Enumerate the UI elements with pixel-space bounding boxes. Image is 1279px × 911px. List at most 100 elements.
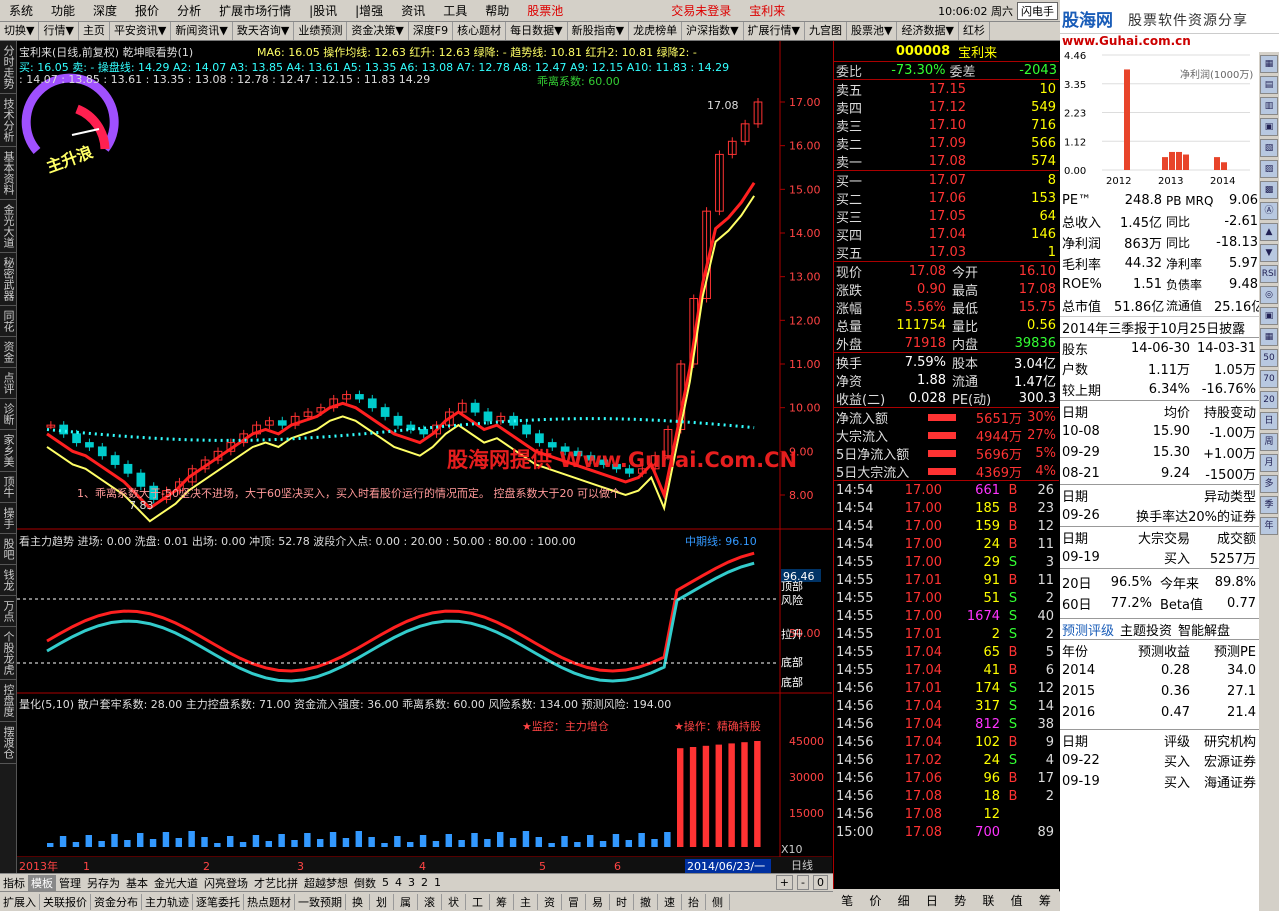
- template-tab-7[interactable]: 才艺比拼: [251, 875, 301, 891]
- menu-system[interactable]: 系统: [0, 0, 42, 22]
- side-icon-3[interactable]: ▣: [1260, 118, 1278, 136]
- tick-row[interactable]: 14:55 17.04 41 B 6: [834, 661, 1059, 679]
- left-tab-4[interactable]: 秘密武器: [0, 253, 17, 306]
- left-tab-17[interactable]: 摆渡仓: [0, 722, 17, 764]
- side-icon-2[interactable]: ▥: [1260, 97, 1278, 115]
- left-tab-2[interactable]: 基本资料: [0, 147, 17, 200]
- toolbar-tab-6[interactable]: 业绩预测: [294, 22, 348, 40]
- tick-row[interactable]: 14:56 17.04 812 S 38: [834, 715, 1059, 733]
- side-icon-4[interactable]: ▧: [1260, 139, 1278, 157]
- left-tab-9[interactable]: 家乡美: [0, 430, 17, 472]
- function-tab-3[interactable]: 主力轨迹: [142, 893, 193, 910]
- function-tab-18[interactable]: 时: [610, 893, 634, 910]
- toolbar-tab-2[interactable]: 主页: [79, 22, 110, 40]
- menu-tools[interactable]: 工具: [434, 0, 476, 22]
- toolbar-tab-3[interactable]: 平安资讯▼: [110, 22, 172, 40]
- tick-list[interactable]: 14:54 17.00 661 B 26 14:54 17.00 185 B 23 14:54 17.…: [834, 480, 1059, 841]
- quote-tab-5[interactable]: 联: [974, 892, 1002, 909]
- quote-tab-2[interactable]: 细: [890, 892, 918, 909]
- quote-tab-0[interactable]: 笔: [833, 892, 861, 909]
- left-tab-6[interactable]: 资金: [0, 337, 17, 368]
- function-tab-12[interactable]: 工: [466, 893, 490, 910]
- zoom-ctrl-1[interactable]: -: [797, 875, 809, 890]
- side-icon-15[interactable]: 70: [1260, 370, 1278, 388]
- menu-ext-market[interactable]: 扩展市场行情: [210, 0, 300, 22]
- flash-trade-button[interactable]: 闪电手: [1017, 1, 1058, 20]
- toolbar-tab-15[interactable]: 九宫图: [805, 22, 848, 40]
- left-tab-3[interactable]: 金光大道: [0, 200, 17, 253]
- toolbar-tab-11[interactable]: 新股指南▼: [568, 22, 630, 40]
- side-icon-16[interactable]: 20: [1260, 391, 1278, 409]
- menu-analysis[interactable]: 分析: [168, 0, 210, 22]
- side-icon-7[interactable]: Ⓐ: [1260, 202, 1278, 220]
- function-tab-15[interactable]: 资: [538, 893, 562, 910]
- side-icon-9[interactable]: ▼: [1260, 244, 1278, 262]
- tick-row[interactable]: 14:55 17.01 2 S 2: [834, 625, 1059, 643]
- toolbar-tab-0[interactable]: 切换▼: [0, 22, 40, 40]
- side-icon-11[interactable]: ◎: [1260, 286, 1278, 304]
- tick-row[interactable]: 14:55 17.04 65 B 5: [834, 643, 1059, 661]
- function-tab-11[interactable]: 状: [442, 893, 466, 910]
- left-tab-1[interactable]: 技术分析: [0, 94, 17, 147]
- quote-tab-6[interactable]: 值: [1003, 892, 1031, 909]
- side-icon-19[interactable]: 月: [1260, 454, 1278, 472]
- left-tab-16[interactable]: 控盘度: [0, 680, 17, 722]
- tick-row[interactable]: 14:54 17.00 185 B 23: [834, 499, 1059, 517]
- template-tab-12[interactable]: 3: [405, 876, 418, 889]
- toolbar-tab-4[interactable]: 新闻资讯▼: [171, 22, 233, 40]
- function-tab-19[interactable]: 撤: [634, 893, 658, 910]
- function-tab-6[interactable]: 一致预期: [295, 893, 346, 910]
- function-tab-8[interactable]: 划: [370, 893, 394, 910]
- menu-depth[interactable]: 深度: [84, 0, 126, 22]
- quote-tab-1[interactable]: 价: [861, 892, 889, 909]
- trade-login-status[interactable]: 交易未登录: [662, 0, 740, 22]
- left-tab-11[interactable]: 操手: [0, 503, 17, 534]
- tick-row[interactable]: 14:54 17.00 24 B 11: [834, 535, 1059, 553]
- side-icon-6[interactable]: ▩: [1260, 181, 1278, 199]
- menu-stock-pool[interactable]: 股票池: [518, 0, 572, 22]
- menu-info[interactable]: 资讯: [392, 0, 434, 22]
- tick-row[interactable]: 15:00 17.08 700 89: [834, 823, 1059, 841]
- side-icon-13[interactable]: ▦: [1260, 328, 1278, 346]
- function-tab-10[interactable]: 滚: [418, 893, 442, 910]
- function-tab-13[interactable]: 筹: [490, 893, 514, 910]
- toolbar-tab-12[interactable]: 龙虎榜单: [629, 22, 683, 40]
- toolbar-tab-5[interactable]: 致天咨询▼: [233, 22, 295, 40]
- tick-row[interactable]: 14:54 17.00 159 B 12: [834, 517, 1059, 535]
- toolbar-tab-18[interactable]: 红杉: [959, 22, 990, 40]
- template-tab-8[interactable]: 超越梦想: [301, 875, 351, 891]
- function-tab-20[interactable]: 速: [658, 893, 682, 910]
- left-tab-12[interactable]: 股吧: [0, 534, 17, 565]
- function-tab-22[interactable]: 侧: [706, 893, 730, 910]
- zoom-ctrl-0[interactable]: +: [775, 875, 794, 890]
- function-tab-21[interactable]: 抬: [682, 893, 706, 910]
- template-tab-4[interactable]: 基本: [123, 875, 151, 891]
- kline-chart-area[interactable]: 17.00 16.00 15.00 14.00 13.00 12.00 11.00 10.00…: [17, 41, 832, 874]
- side-icon-8[interactable]: ▲: [1260, 223, 1278, 241]
- left-tab-0[interactable]: 分时走势: [0, 41, 17, 94]
- side-icon-21[interactable]: 季: [1260, 496, 1278, 514]
- menu-function[interactable]: 功能: [42, 0, 84, 22]
- tick-row[interactable]: 14:55 17.00 1674 S 40: [834, 607, 1059, 625]
- tick-row[interactable]: 14:56 17.02 24 S 4: [834, 751, 1059, 769]
- forecast-tab-1[interactable]: 主题投资: [1120, 620, 1172, 639]
- toolbar-tab-17[interactable]: 经济数据▼: [897, 22, 959, 40]
- forecast-tab-2[interactable]: 智能解盘: [1178, 620, 1230, 639]
- side-icon-20[interactable]: 多: [1260, 475, 1278, 493]
- quote-tab-7[interactable]: 筹: [1031, 892, 1059, 909]
- template-tab-3[interactable]: 另存为: [84, 875, 123, 891]
- quote-tab-3[interactable]: 日: [918, 892, 946, 909]
- function-tab-16[interactable]: 冒: [562, 893, 586, 910]
- template-tab-14[interactable]: 1: [431, 876, 444, 889]
- tick-row[interactable]: 14:56 17.06 96 B 17: [834, 769, 1059, 787]
- side-icon-0[interactable]: ▦: [1260, 55, 1278, 73]
- menu-help[interactable]: 帮助: [476, 0, 518, 22]
- function-tab-14[interactable]: 主: [514, 893, 538, 910]
- left-tab-8[interactable]: 诊断: [0, 399, 17, 430]
- function-tab-7[interactable]: 换: [346, 893, 370, 910]
- function-tab-17[interactable]: 易: [586, 893, 610, 910]
- toolbar-tab-10[interactable]: 每日数据▼: [506, 22, 568, 40]
- menu-enhance[interactable]: |增强: [346, 0, 392, 22]
- left-tab-15[interactable]: 个股龙虎: [0, 627, 17, 680]
- tick-row[interactable]: 14:55 17.00 51 S 2: [834, 589, 1059, 607]
